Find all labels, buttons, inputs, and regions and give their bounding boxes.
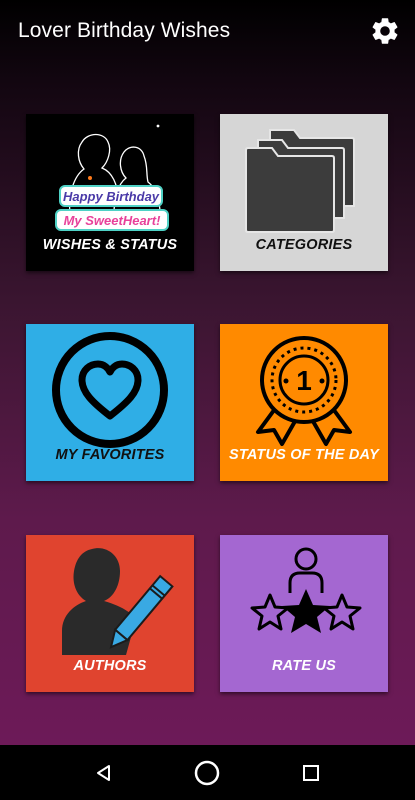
app-bar: Lover Birthday Wishes xyxy=(0,0,415,62)
settings-button[interactable] xyxy=(367,13,403,49)
tile-authors[interactable]: AUTHORS xyxy=(26,535,194,692)
tile-label-categories: CATEGORIES xyxy=(255,237,353,253)
badge-number: 1 xyxy=(296,365,312,396)
tile-wishes-status[interactable]: Happy Birthday My SweetHeart! WISHES & S… xyxy=(26,114,194,271)
tile-label-wishes-status: WISHES & STATUS xyxy=(42,237,178,253)
tile-status-of-the-day[interactable]: 1 STATUS OF THE DAY xyxy=(220,324,388,481)
back-triangle-icon xyxy=(97,764,110,781)
tile-my-favorites[interactable]: MY FAVORITES xyxy=(26,324,194,481)
app-title: Lover Birthday Wishes xyxy=(18,19,231,42)
recents-button[interactable] xyxy=(281,745,341,800)
tile-label-my-favorites: MY FAVORITES xyxy=(55,447,165,463)
gear-icon xyxy=(372,18,398,44)
recents-square-icon xyxy=(303,764,319,781)
back-button[interactable] xyxy=(74,745,134,800)
home-button[interactable] xyxy=(177,745,237,800)
tile-rate-us[interactable]: RATE US xyxy=(220,535,388,692)
tile-categories[interactable]: CATEGORIES xyxy=(220,114,388,271)
banner-happy-birthday: Happy Birthday xyxy=(63,189,160,204)
tile-label-status-of-the-day: STATUS OF THE DAY xyxy=(228,447,379,463)
banner-my-sweetheart: My SweetHeart! xyxy=(64,213,161,228)
tile-label-authors: AUTHORS xyxy=(73,658,147,674)
system-nav-bar xyxy=(0,745,415,800)
home-circle-icon xyxy=(194,760,220,785)
tile-label-rate-us: RATE US xyxy=(272,658,336,674)
